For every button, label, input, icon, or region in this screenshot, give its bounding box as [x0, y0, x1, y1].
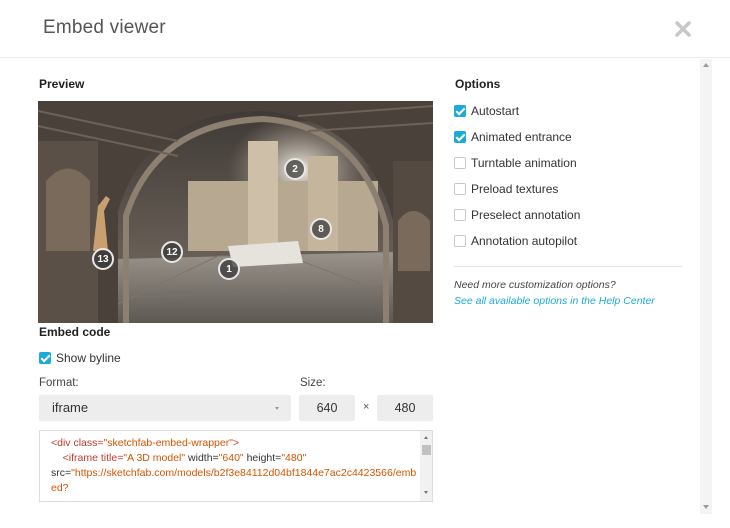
embed-viewer-dialog: Embed viewer Preview 2 8 12 13 1 Options… [0, 0, 730, 528]
museum-hall-image [38, 101, 433, 323]
option-label: Animated entrance [471, 130, 572, 144]
option-preselect-annotation[interactable]: Preselect annotation [454, 207, 580, 223]
annotation-hotspot[interactable]: 2 [284, 158, 306, 180]
embed-code-heading: Embed code [39, 325, 111, 339]
help-center-link[interactable]: See all available options in the Help Ce… [454, 295, 655, 307]
code-line-2-tag: <iframe title= [51, 452, 124, 464]
annotation-hotspot[interactable]: 1 [218, 258, 240, 280]
preview-heading: Preview [39, 77, 85, 91]
option-label: Turntable animation [471, 156, 577, 170]
show-byline-label: Show byline [56, 351, 121, 365]
show-byline-option[interactable]: Show byline [39, 350, 121, 366]
code-scrollbar[interactable] [420, 431, 432, 501]
options-heading: Options [455, 77, 501, 91]
option-label: Autostart [471, 104, 520, 118]
code-line-1-tag: <div class= [51, 437, 104, 449]
checkbox-unchecked-icon[interactable] [454, 183, 466, 195]
scroll-down-arrow-icon[interactable] [703, 505, 709, 509]
checkbox-unchecked-icon[interactable] [454, 235, 466, 247]
dialog-title: Embed viewer [43, 17, 166, 38]
format-select[interactable]: iframe [39, 395, 291, 421]
chevron-down-icon [275, 407, 279, 410]
code-line-1-value: "sketchfab-embed-wrapper" [103, 437, 233, 449]
option-annotation-autopilot[interactable]: Annotation autopilot [454, 233, 577, 249]
scroll-down-arrow-icon[interactable] [424, 491, 428, 494]
format-select-value: iframe [52, 400, 89, 415]
embed-code-textarea[interactable]: <div class="sketchfab-embed-wrapper"> <i… [39, 430, 433, 502]
annotation-hotspot[interactable]: 13 [92, 248, 114, 270]
code-line-2-title: "A 3D model" [123, 452, 186, 464]
help-text: Need more customization options? [454, 279, 616, 291]
code-line-2-height-value: "480" [281, 452, 307, 464]
width-input[interactable] [299, 395, 355, 421]
option-label: Preselect annotation [471, 208, 581, 222]
model-preview[interactable]: 2 8 12 13 1 [38, 101, 433, 323]
checkbox-unchecked-icon[interactable] [454, 209, 466, 221]
code-line-1-close: > [232, 437, 240, 449]
code-line-3-src: src= [51, 467, 72, 479]
code-line-2-width-attr: width= [185, 452, 219, 464]
dialog-scrollbar[interactable] [700, 59, 712, 514]
code-scrollbar-thumb[interactable] [422, 445, 431, 455]
option-label: Preload textures [471, 182, 559, 196]
checkbox-checked-icon[interactable] [39, 352, 51, 364]
options-divider [454, 266, 682, 267]
annotation-hotspot[interactable]: 8 [310, 218, 332, 240]
option-turntable-animation[interactable]: Turntable animation [454, 155, 577, 171]
code-line-3-url: "https://sketchfab.com/models/b2f3e84112… [51, 467, 417, 494]
dialog-header: Embed viewer [0, 0, 730, 58]
option-preload-textures[interactable]: Preload textures [454, 181, 558, 197]
size-label: Size: [300, 377, 326, 389]
annotation-hotspot[interactable]: 12 [161, 241, 183, 263]
checkbox-checked-icon[interactable] [454, 131, 466, 143]
embed-code-text: <div class="sketchfab-embed-wrapper"> <i… [51, 436, 419, 496]
height-input[interactable] [377, 395, 433, 421]
format-label: Format: [39, 377, 79, 389]
code-line-2-width-value: "640" [218, 452, 244, 464]
scroll-up-arrow-icon[interactable] [703, 63, 709, 67]
option-animated-entrance[interactable]: Animated entrance [454, 129, 572, 145]
code-line-2-height-attr: height= [243, 452, 282, 464]
scroll-up-arrow-icon[interactable] [424, 436, 428, 439]
close-icon[interactable] [674, 20, 692, 38]
times-separator: × [363, 401, 370, 413]
option-label: Annotation autopilot [471, 234, 578, 248]
checkbox-unchecked-icon[interactable] [454, 157, 466, 169]
option-autostart[interactable]: Autostart [454, 103, 519, 119]
checkbox-checked-icon[interactable] [454, 105, 466, 117]
